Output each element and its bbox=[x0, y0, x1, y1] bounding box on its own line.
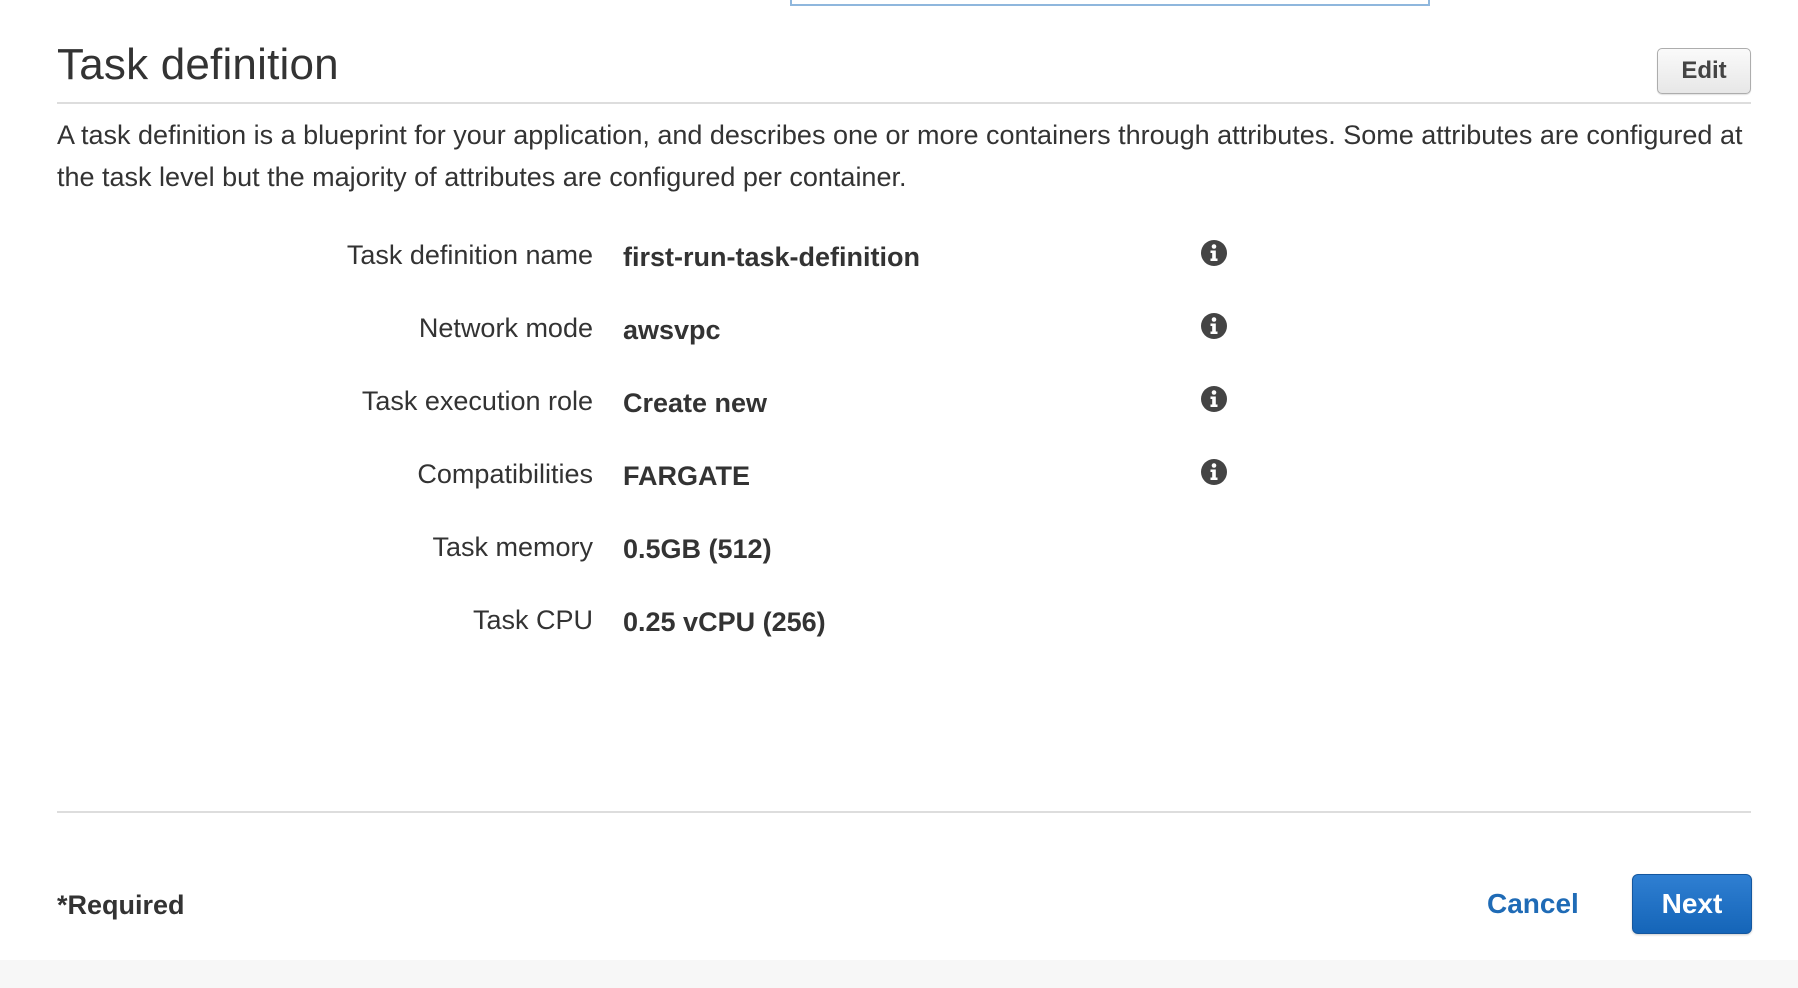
field-label: Task definition name bbox=[346, 240, 593, 270]
field-value: first-run-task-definition bbox=[623, 242, 920, 272]
edit-button[interactable]: Edit bbox=[1657, 48, 1751, 94]
field-label: Task execution role bbox=[361, 386, 593, 416]
field-row-compatibilities: Compatibilities FARGATE bbox=[0, 459, 1798, 507]
section-description: A task definition is a blueprint for you… bbox=[57, 120, 1743, 192]
section-header: Task definition Edit bbox=[57, 36, 1751, 104]
cancel-button[interactable]: Cancel bbox=[1487, 888, 1579, 920]
field-label: Task CPU bbox=[472, 605, 593, 635]
field-row-task-memory: Task memory 0.5GB (512) bbox=[0, 532, 1798, 580]
info-icon[interactable] bbox=[1199, 311, 1229, 341]
field-row-task-cpu: Task CPU 0.25 vCPU (256) bbox=[0, 605, 1798, 653]
field-value: awsvpc bbox=[623, 315, 721, 345]
field-label: Compatibilities bbox=[417, 459, 593, 489]
page-title: Task definition bbox=[57, 40, 339, 89]
next-button[interactable]: Next bbox=[1632, 874, 1752, 934]
page-bottom-band bbox=[0, 960, 1798, 988]
field-value: 0.25 vCPU (256) bbox=[623, 607, 826, 637]
field-value: 0.5GB (512) bbox=[623, 534, 772, 564]
field-value: Create new bbox=[623, 388, 768, 418]
field-row-task-execution-role: Task execution role Create new bbox=[0, 386, 1798, 434]
field-row-network-mode: Network mode awsvpc bbox=[0, 313, 1798, 361]
required-note: *Required bbox=[57, 890, 185, 920]
info-icon[interactable] bbox=[1199, 384, 1229, 414]
task-definition-page: Task definition Edit A task definition i… bbox=[0, 0, 1798, 988]
field-value: FARGATE bbox=[623, 461, 750, 491]
wizard-footer: *Required Cancel Next bbox=[0, 870, 1798, 950]
info-icon[interactable] bbox=[1199, 457, 1229, 487]
field-label: Task memory bbox=[432, 532, 593, 562]
field-row-task-definition-name: Task definition name first-run-task-defi… bbox=[0, 240, 1798, 288]
field-label: Network mode bbox=[418, 313, 593, 343]
section-divider bbox=[57, 811, 1751, 813]
previous-panel-edge bbox=[790, 0, 1430, 6]
info-icon[interactable] bbox=[1199, 238, 1229, 268]
